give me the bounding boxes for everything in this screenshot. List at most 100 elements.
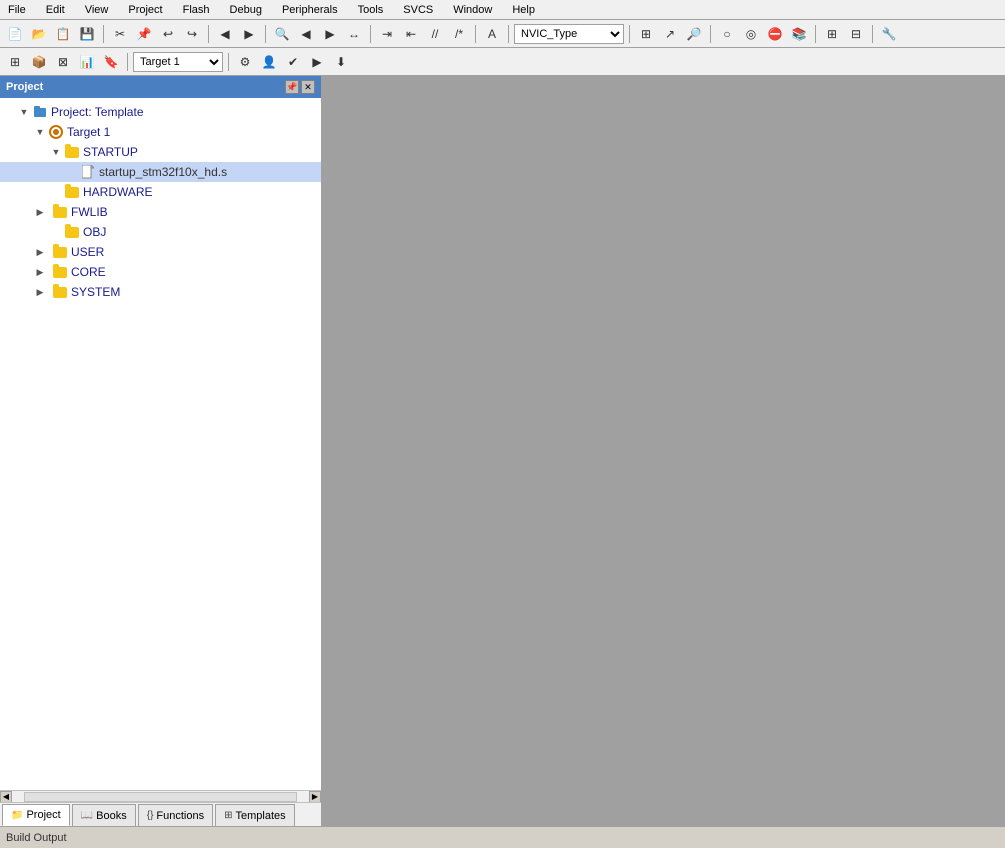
toggle-user[interactable]: ▶ xyxy=(32,244,48,260)
project-panel: Project 📌 ✕ ▼ Proj xyxy=(0,76,322,826)
menu-debug[interactable]: Debug xyxy=(226,2,266,18)
target1-icon xyxy=(48,124,64,140)
tb2-build[interactable]: ▶ xyxy=(306,51,328,73)
tb-stop[interactable]: ⛔ xyxy=(764,23,786,45)
menu-help[interactable]: Help xyxy=(508,2,539,18)
tb2-check[interactable]: ✔ xyxy=(282,51,304,73)
tb-grid1[interactable]: ⊞ xyxy=(821,23,843,45)
menu-file[interactable]: File xyxy=(4,2,30,18)
tab-functions[interactable]: {} Functions xyxy=(138,804,213,826)
tree-system[interactable]: ▶ SYSTEM xyxy=(0,282,321,302)
tree-startup-file[interactable]: startup_stm32f10x_hd.s xyxy=(0,162,321,182)
tab-project[interactable]: 📁 Project xyxy=(2,804,70,826)
toggle-startup[interactable]: ▼ xyxy=(48,144,64,160)
core-label: CORE xyxy=(71,265,106,279)
tree-target1[interactable]: ▼ Target 1 xyxy=(0,122,321,142)
scrollbar-track[interactable] xyxy=(24,792,297,802)
tb-grid2[interactable]: ⊟ xyxy=(845,23,867,45)
menu-view[interactable]: View xyxy=(81,2,113,18)
tb2-icon1[interactable]: ⊞ xyxy=(4,51,26,73)
panel-titlebar-buttons: 📌 ✕ xyxy=(285,80,315,94)
menu-tools[interactable]: Tools xyxy=(354,2,388,18)
sep1 xyxy=(103,25,104,43)
scroll-left[interactable]: ◀ xyxy=(0,791,12,803)
toggle-hardware[interactable] xyxy=(48,184,64,200)
panel-close-btn[interactable]: ✕ xyxy=(301,80,315,94)
tb-icon-c[interactable]: ↗ xyxy=(659,23,681,45)
templates-tab-label: Templates xyxy=(236,810,286,822)
target-combo[interactable]: Target 1 xyxy=(133,52,223,72)
toolbar-secondary: ⊞ 📦 ⊠ 📊 🔖 Target 1 ⚙ 👤 ✔ ▶ ⬇ xyxy=(0,48,1005,76)
tree-root[interactable]: ▼ Project: Template xyxy=(0,102,321,122)
tb-replace[interactable]: ↔ xyxy=(343,23,365,45)
tb-indent[interactable]: ⇥ xyxy=(376,23,398,45)
sep9 xyxy=(815,25,816,43)
tb-find[interactable]: 🔍 xyxy=(271,23,293,45)
sep2 xyxy=(208,25,209,43)
nvic-type-combo[interactable]: NVIC_Type xyxy=(514,24,624,44)
target1-label: Target 1 xyxy=(67,125,110,139)
tree-core[interactable]: ▶ CORE xyxy=(0,262,321,282)
toggle-fwlib[interactable]: ▶ xyxy=(32,204,48,220)
tree-user[interactable]: ▶ USER xyxy=(0,242,321,262)
obj-label: OBJ xyxy=(83,225,106,239)
tab-templates[interactable]: ⊞ Templates xyxy=(215,804,295,826)
menu-project[interactable]: Project xyxy=(124,2,166,18)
root-label: Project: Template xyxy=(51,105,144,119)
tb-redo[interactable]: ↪ xyxy=(181,23,203,45)
sep6 xyxy=(508,25,509,43)
tb-comment[interactable]: // xyxy=(424,23,446,45)
tb-icon-b[interactable]: ⊞ xyxy=(635,23,657,45)
tb-back[interactable]: ◀ xyxy=(214,23,236,45)
scroll-right[interactable]: ▶ xyxy=(309,791,321,803)
tb-open[interactable]: 📂 xyxy=(28,23,50,45)
tb2-icon4[interactable]: 📊 xyxy=(76,51,98,73)
menu-svcs[interactable]: SVCS xyxy=(399,2,437,18)
user-label: USER xyxy=(71,245,104,259)
toggle-root[interactable]: ▼ xyxy=(16,104,32,120)
tb-findprev[interactable]: ◀ xyxy=(295,23,317,45)
tree-startup[interactable]: ▼ STARTUP xyxy=(0,142,321,162)
tb-circle2[interactable]: ◎ xyxy=(740,23,762,45)
startup-label: STARTUP xyxy=(83,145,138,159)
toggle-system[interactable]: ▶ xyxy=(32,284,48,300)
toggle-obj[interactable] xyxy=(48,224,64,240)
tb-forward[interactable]: ▶ xyxy=(238,23,260,45)
tb2-icon2[interactable]: 📦 xyxy=(28,51,50,73)
tb2-icon3[interactable]: ⊠ xyxy=(52,51,74,73)
tb-wrench[interactable]: 🔧 xyxy=(878,23,900,45)
toggle-core[interactable]: ▶ xyxy=(32,264,48,280)
menu-edit[interactable]: Edit xyxy=(42,2,69,18)
tb2-download[interactable]: ⬇ xyxy=(330,51,352,73)
panel-pin-btn[interactable]: 📌 xyxy=(285,80,299,94)
tb-uncomment[interactable]: /* xyxy=(448,23,470,45)
menu-window[interactable]: Window xyxy=(449,2,496,18)
tb2-settings[interactable]: ⚙ xyxy=(234,51,256,73)
tb-book[interactable]: 📚 xyxy=(788,23,810,45)
tb-undo[interactable]: ↩ xyxy=(157,23,179,45)
tb-icon-d[interactable]: 🔎 xyxy=(683,23,705,45)
toggle-target1[interactable]: ▼ xyxy=(32,124,48,140)
project-tree: ▼ Project: Template ▼ xyxy=(0,98,321,790)
startup-folder-icon xyxy=(64,144,80,160)
tb-paste[interactable]: 📌 xyxy=(133,23,155,45)
tb2-manage[interactable]: 👤 xyxy=(258,51,280,73)
tb-unindent[interactable]: ⇤ xyxy=(400,23,422,45)
tb2-icon5[interactable]: 🔖 xyxy=(100,51,122,73)
tb-new[interactable]: 📄 xyxy=(4,23,26,45)
tab-books[interactable]: 📖 Books xyxy=(72,804,136,826)
tb-cut[interactable]: ✂ xyxy=(109,23,131,45)
hardware-folder-icon xyxy=(64,184,80,200)
tb-save[interactable]: 💾 xyxy=(76,23,98,45)
tb-findnext[interactable]: ▶ xyxy=(319,23,341,45)
tree-obj[interactable]: OBJ xyxy=(0,222,321,242)
startup-file-icon xyxy=(80,164,96,180)
tree-fwlib[interactable]: ▶ FWLIB xyxy=(0,202,321,222)
tb-circle[interactable]: ○ xyxy=(716,23,738,45)
books-tab-icon: 📖 xyxy=(81,810,93,821)
tb-copy[interactable]: 📋 xyxy=(52,23,74,45)
menu-flash[interactable]: Flash xyxy=(179,2,214,18)
tree-hardware[interactable]: HARDWARE xyxy=(0,182,321,202)
tb-icon-a[interactable]: A xyxy=(481,23,503,45)
menu-peripherals[interactable]: Peripherals xyxy=(278,2,342,18)
